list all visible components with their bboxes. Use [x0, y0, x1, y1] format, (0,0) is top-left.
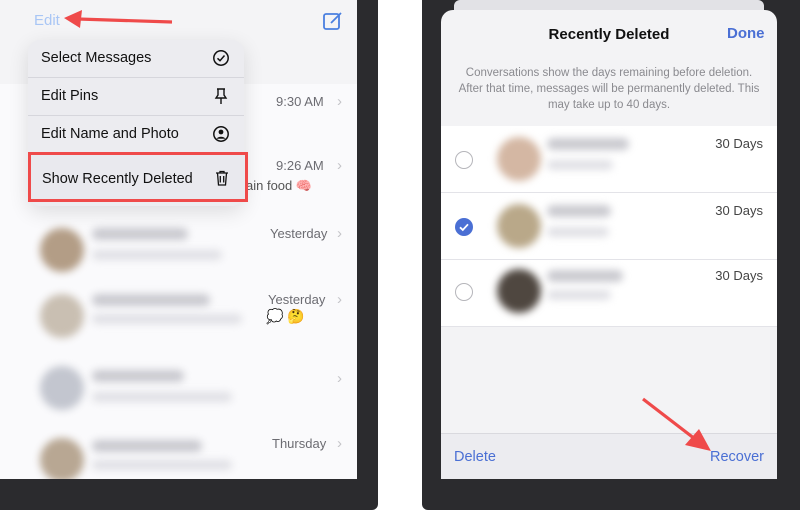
recently-deleted-sheet: Recently Deleted Done Conversations show…	[441, 10, 777, 479]
menu-item-edit-pins[interactable]: Edit Pins	[28, 78, 244, 116]
selection-radio[interactable]	[455, 151, 473, 169]
conversation-time: Thursday	[272, 436, 327, 451]
checkmark-circle-icon	[213, 50, 229, 66]
trash-icon	[216, 170, 228, 186]
message-preview-blurred	[92, 392, 232, 402]
conversation-preview: ain food 🧠	[246, 178, 313, 193]
message-count-blurred	[547, 290, 611, 300]
conversation-row[interactable]: ›	[0, 348, 357, 429]
chevron-right-icon: ›	[337, 157, 342, 174]
person-circle-icon	[213, 126, 229, 142]
deleted-conversation-row[interactable]: 30 Days	[441, 193, 777, 260]
message-preview-blurred	[92, 314, 242, 324]
delete-button[interactable]: Delete	[454, 449, 496, 465]
conversation-time: 9:30 AM	[276, 94, 324, 109]
bottom-toolbar: Delete Recover	[441, 433, 777, 479]
chevron-right-icon: ›	[337, 93, 342, 110]
menu-item-label: Edit Name and Photo	[41, 126, 179, 142]
days-remaining: 30 Days	[715, 136, 763, 151]
avatar	[497, 269, 541, 313]
annotation-arrow-icon	[642, 397, 711, 451]
contact-name-blurred	[92, 228, 188, 240]
deleted-conversation-row[interactable]: 30 Days	[441, 260, 777, 327]
contact-name-blurred	[92, 440, 202, 452]
menu-item-label: Edit Pins	[41, 88, 99, 104]
recover-button[interactable]: Recover	[710, 449, 764, 465]
selection-radio[interactable]	[455, 218, 473, 236]
done-button[interactable]: Done	[727, 25, 765, 42]
message-count-blurred	[547, 160, 613, 170]
contact-name-blurred	[547, 205, 611, 217]
contact-name-blurred	[547, 270, 623, 282]
contact-name-blurred	[547, 138, 629, 150]
message-preview-blurred	[92, 460, 232, 470]
conversation-preview: 💭 🤔	[266, 308, 305, 324]
compose-icon[interactable]	[322, 10, 344, 32]
conversation-time: 9:26 AM	[276, 158, 324, 173]
avatar	[497, 204, 541, 248]
messages-list-screen: Edit 9:30 AM › 9:26 AM › ain food 🧠 Yest…	[0, 0, 357, 479]
conversation-time: Yesterday	[270, 226, 328, 241]
days-remaining: 30 Days	[715, 268, 763, 283]
deleted-conversation-row[interactable]: 30 Days	[441, 126, 777, 193]
avatar	[40, 366, 84, 410]
conversation-row[interactable]: Thursday ›	[0, 428, 357, 479]
pin-icon	[214, 88, 228, 104]
conversation-time: Yesterday	[268, 292, 326, 307]
selection-radio[interactable]	[455, 283, 473, 301]
edit-button[interactable]: Edit	[34, 12, 60, 29]
avatar	[40, 438, 84, 479]
menu-item-select-messages[interactable]: Select Messages	[28, 40, 244, 78]
checkmark-icon	[459, 223, 469, 232]
chevron-right-icon: ›	[337, 291, 342, 308]
avatar	[497, 137, 541, 181]
deletion-info-text: Conversations show the days remaining be…	[458, 67, 760, 111]
annotation-arrow-icon	[64, 10, 173, 28]
menu-item-label: Show Recently Deleted	[42, 171, 193, 187]
menu-item-label: Select Messages	[41, 50, 152, 66]
message-preview-blurred	[92, 250, 222, 260]
conversation-row[interactable]: Yesterday › 💭 🤔	[0, 282, 357, 349]
contact-name-blurred	[92, 370, 184, 382]
days-remaining: 30 Days	[715, 203, 763, 218]
conversation-row[interactable]: Yesterday ›	[0, 216, 357, 283]
avatar	[40, 228, 84, 272]
contact-name-blurred	[92, 294, 210, 306]
chevron-right-icon: ›	[337, 435, 342, 452]
chevron-right-icon: ›	[337, 370, 342, 387]
message-count-blurred	[547, 227, 609, 237]
menu-item-edit-name-and-photo[interactable]: Edit Name and Photo	[28, 116, 244, 154]
menu-item-show-recently-deleted[interactable]: Show Recently Deleted	[28, 152, 248, 202]
avatar	[40, 294, 84, 338]
chevron-right-icon: ›	[337, 225, 342, 242]
